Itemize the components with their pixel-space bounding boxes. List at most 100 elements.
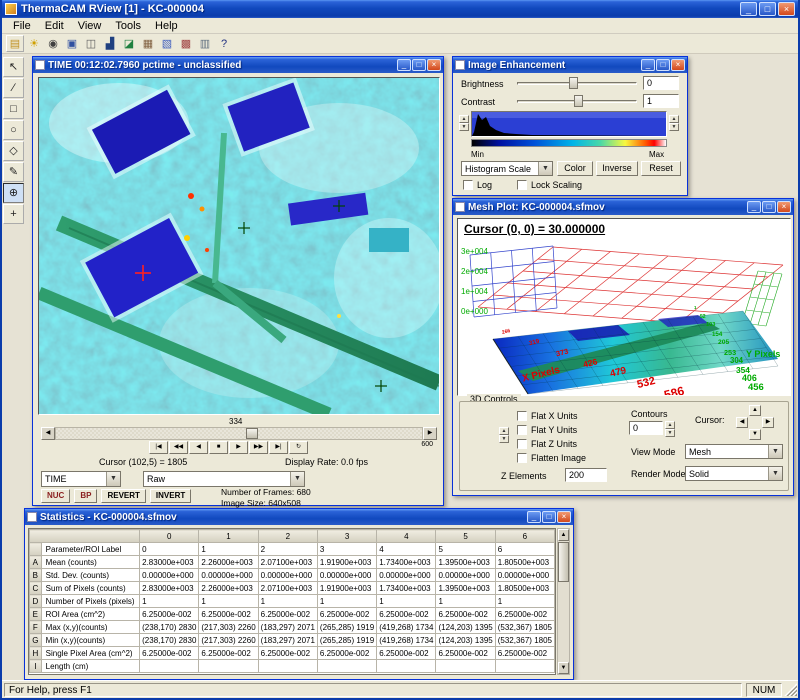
spin-down-icon[interactable]: ▼ bbox=[499, 435, 509, 443]
menu-file[interactable]: File bbox=[6, 19, 38, 33]
stat-value-cell[interactable]: (265,285) 1919 bbox=[317, 621, 376, 634]
help-icon[interactable]: ? bbox=[215, 35, 233, 52]
title-bar[interactable]: ThermaCAM RView [1] - KC-000004 _ □ × bbox=[2, 0, 798, 18]
stat-value-cell[interactable]: 2.07100e+003 bbox=[258, 582, 317, 595]
roi-label-cell[interactable]: 0 bbox=[140, 543, 199, 556]
stat-value-cell[interactable]: 2.83000e+003 bbox=[140, 556, 199, 569]
vscrollbar-thumb[interactable] bbox=[558, 542, 569, 582]
row-letter[interactable]: D bbox=[30, 595, 42, 608]
chevron-down-icon[interactable]: ▼ bbox=[768, 467, 782, 480]
scroll-left-icon[interactable]: ◀ bbox=[41, 427, 55, 440]
menu-view[interactable]: View bbox=[71, 19, 109, 33]
frame-scrollbar-track[interactable] bbox=[55, 427, 423, 440]
contrast-slider-thumb[interactable] bbox=[574, 95, 583, 107]
flatten-image-checkbox[interactable]: Flatten Image bbox=[517, 453, 586, 463]
stat-value-cell[interactable]: (419,268) 1734 bbox=[377, 621, 436, 634]
mesh-minimize-button[interactable]: _ bbox=[747, 201, 761, 213]
cursor-down-icon[interactable]: ▼ bbox=[749, 429, 761, 440]
stat-value-cell[interactable]: 6.25000e-002 bbox=[495, 608, 554, 621]
stat-value-cell[interactable]: 1.73400e+003 bbox=[377, 582, 436, 595]
stat-value-cell[interactable]: (238,170) 2830 bbox=[140, 621, 199, 634]
stat-value-cell[interactable]: 6.25000e-002 bbox=[317, 647, 376, 660]
stat-value-cell[interactable] bbox=[317, 660, 376, 673]
table-icon[interactable]: ▥ bbox=[196, 35, 214, 52]
stat-value-cell[interactable]: 1.91900e+003 bbox=[317, 582, 376, 595]
stat-value-cell[interactable]: 1.80500e+003 bbox=[495, 556, 554, 569]
stat-value-cell[interactable]: 6.25000e-002 bbox=[377, 647, 436, 660]
stat-value-cell[interactable]: 6.25000e-002 bbox=[436, 647, 495, 660]
stat-value-cell[interactable]: (419,268) 1734 bbox=[377, 634, 436, 647]
grid-icon[interactable]: ▦ bbox=[139, 35, 157, 52]
stat-value-cell[interactable]: (124,203) 1395 bbox=[436, 621, 495, 634]
row-letter[interactable]: F bbox=[30, 621, 42, 634]
z-elements-field[interactable]: 200 bbox=[565, 468, 607, 482]
mesh-titlebar[interactable]: Mesh Plot: KC-000004.sfmov _ □ × bbox=[453, 199, 793, 215]
statistics-vscrollbar[interactable]: ▲ ▼ bbox=[557, 528, 570, 675]
stat-value-cell[interactable]: 0.00000e+000 bbox=[436, 569, 495, 582]
stats-col-header[interactable]: 6 bbox=[495, 530, 554, 543]
stat-value-cell[interactable]: (217,303) 2260 bbox=[199, 634, 258, 647]
roi-label-cell[interactable]: 1 bbox=[199, 543, 258, 556]
open-folder-icon[interactable]: ▤ bbox=[6, 35, 24, 52]
mesh-plot-area[interactable]: Cursor (0, 0) = 30.000000 X Pixels Y Pix… bbox=[457, 218, 791, 396]
cursor-up-icon[interactable]: ▲ bbox=[749, 405, 761, 416]
stat-value-cell[interactable] bbox=[140, 660, 199, 673]
spin-up-icon[interactable]: ▲ bbox=[499, 427, 509, 435]
mesh-close-button[interactable]: × bbox=[777, 201, 791, 213]
copy-icon[interactable]: ◫ bbox=[82, 35, 100, 52]
stat-value-cell[interactable]: 1 bbox=[495, 595, 554, 608]
play-button[interactable]: ▶ bbox=[229, 441, 248, 454]
view-mode-combo[interactable]: Mesh▼ bbox=[685, 444, 783, 459]
spin-down-icon[interactable]: ▼ bbox=[665, 429, 675, 437]
stat-value-cell[interactable]: (238,170) 2830 bbox=[140, 634, 199, 647]
statistics-close-button[interactable]: × bbox=[557, 511, 571, 523]
histogram-scale-combo[interactable]: Histogram Scale▼ bbox=[461, 161, 553, 176]
menu-help[interactable]: Help bbox=[148, 19, 185, 33]
scroll-down-icon[interactable]: ▼ bbox=[558, 662, 569, 674]
stat-value-cell[interactable]: 1.73400e+003 bbox=[377, 556, 436, 569]
stat-value-cell[interactable] bbox=[377, 660, 436, 673]
spin-down-icon[interactable]: ▼ bbox=[669, 123, 679, 131]
cursor-right-icon[interactable]: ▶ bbox=[762, 417, 774, 428]
stat-value-cell[interactable]: 1 bbox=[258, 595, 317, 608]
nuc-button[interactable]: NUC bbox=[41, 489, 70, 503]
image-close-button[interactable]: × bbox=[427, 59, 441, 71]
stat-value-cell[interactable] bbox=[436, 660, 495, 673]
color-button[interactable]: Color bbox=[557, 161, 593, 176]
spin-up-icon[interactable]: ▲ bbox=[669, 115, 679, 123]
loop-button[interactable]: ↻ bbox=[289, 441, 308, 454]
line-tool[interactable]: ∕ bbox=[3, 78, 24, 98]
stats-col-header[interactable]: 4 bbox=[377, 530, 436, 543]
brightness-value-field[interactable]: 0 bbox=[643, 76, 679, 90]
stat-value-cell[interactable]: (532,367) 1805 bbox=[495, 621, 554, 634]
stat-value-cell[interactable]: 2.83000e+003 bbox=[140, 582, 199, 595]
stat-value-cell[interactable]: 1 bbox=[436, 595, 495, 608]
freehand-tool[interactable]: ✎ bbox=[3, 162, 24, 182]
stat-value-cell[interactable]: 1.91900e+003 bbox=[317, 556, 376, 569]
scroll-right-icon[interactable]: ▶ bbox=[423, 427, 437, 440]
frame-rewind-button[interactable]: ◀◀ bbox=[169, 441, 188, 454]
stat-value-cell[interactable]: (265,285) 1919 bbox=[317, 634, 376, 647]
stat-value-cell[interactable]: 2.07100e+003 bbox=[258, 556, 317, 569]
statistics-minimize-button[interactable]: _ bbox=[527, 511, 541, 523]
stat-value-cell[interactable]: (183,297) 2071 bbox=[258, 634, 317, 647]
row-letter[interactable]: I bbox=[30, 660, 42, 673]
bulb-icon[interactable]: ☀ bbox=[25, 35, 43, 52]
frame-scrollbar-thumb[interactable] bbox=[246, 428, 258, 439]
close-button[interactable]: × bbox=[778, 2, 795, 16]
polygon-tool[interactable]: ◇ bbox=[3, 141, 24, 161]
row-letter[interactable]: H bbox=[30, 647, 42, 660]
pointer-tool[interactable]: ↖ bbox=[3, 57, 24, 77]
stats-col-header[interactable]: 3 bbox=[317, 530, 376, 543]
frame-prev-button[interactable]: ◀ bbox=[189, 441, 208, 454]
stat-value-cell[interactable]: 6.25000e-002 bbox=[377, 608, 436, 621]
statistics-titlebar[interactable]: Statistics - KC-000004.sfmov _ □ × bbox=[25, 509, 573, 525]
stats-col-header[interactable]: 2 bbox=[258, 530, 317, 543]
stat-value-cell[interactable]: 0.00000e+000 bbox=[495, 569, 554, 582]
roi-label-cell[interactable]: 4 bbox=[377, 543, 436, 556]
contrast-value-field[interactable]: 1 bbox=[643, 94, 679, 108]
roi-label-cell[interactable]: 3 bbox=[317, 543, 376, 556]
resize-grip[interactable] bbox=[784, 683, 797, 696]
frame-forward-button[interactable]: ▶▶ bbox=[249, 441, 268, 454]
histogram-icon[interactable]: ▟ bbox=[101, 35, 119, 52]
